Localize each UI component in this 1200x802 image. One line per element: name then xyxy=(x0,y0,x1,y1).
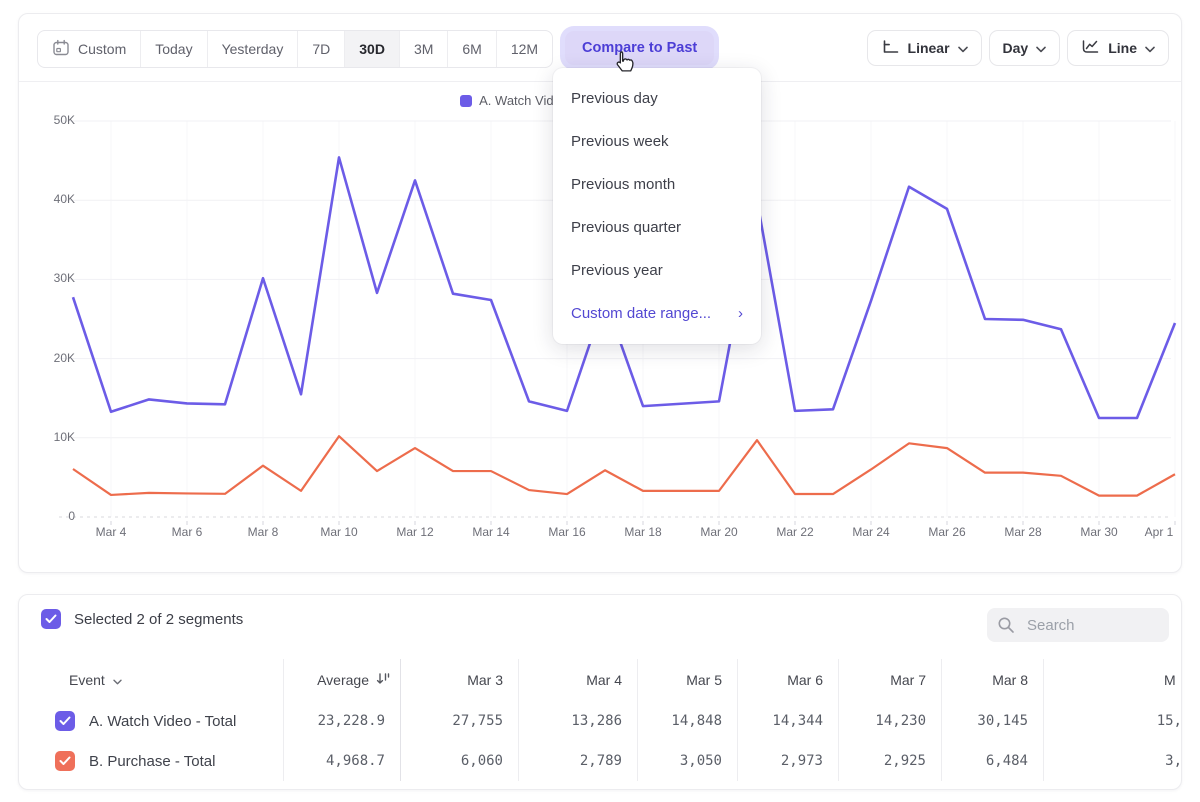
x-axis-label: Mar 22 xyxy=(776,525,813,539)
x-axis-label: Mar 14 xyxy=(472,525,509,539)
column-header-mar5[interactable]: Mar 5 xyxy=(638,659,738,701)
cell-value: 14,848 xyxy=(638,701,738,741)
row-checkbox-watch-video[interactable] xyxy=(55,711,75,731)
menu-item-previous-day[interactable]: Previous day xyxy=(553,77,761,120)
y-axis-label: 30K xyxy=(54,271,75,285)
table-row-purchase[interactable]: B. Purchase - Total 4,968.7 6,060 2,789 … xyxy=(19,741,1181,781)
row-label-cell: A. Watch Video - Total xyxy=(19,701,284,741)
legend-item-watch-video[interactable]: A. Watch Video xyxy=(460,93,568,108)
segments-selected-label: Selected 2 of 2 segments xyxy=(74,611,243,628)
column-header-mar4[interactable]: Mar 4 xyxy=(519,659,638,701)
x-axis-label: Mar 20 xyxy=(700,525,737,539)
range-6m[interactable]: 6M xyxy=(447,31,495,67)
range-custom[interactable]: Custom xyxy=(38,31,140,67)
column-header-mar8[interactable]: Mar 8 xyxy=(942,659,1044,701)
axis-scale-icon xyxy=(881,39,900,58)
range-12m[interactable]: 12M xyxy=(496,31,552,67)
cell-value: 30,145 xyxy=(942,701,1044,741)
search-box xyxy=(987,608,1169,642)
column-header-mar7[interactable]: Mar 7 xyxy=(839,659,942,701)
y-axis-label: 20K xyxy=(54,351,75,365)
cell-average: 23,228.9 xyxy=(284,701,401,741)
search-input[interactable] xyxy=(987,608,1169,642)
x-axis-label: Mar 26 xyxy=(928,525,965,539)
column-header-average[interactable]: Average xyxy=(284,659,401,701)
chevron-down-icon xyxy=(1145,40,1155,56)
cell-value: 2,925 xyxy=(839,741,942,781)
segments-selected-row: Selected 2 of 2 segments xyxy=(41,609,243,629)
select-all-checkbox[interactable] xyxy=(41,609,61,629)
row-label: B. Purchase - Total xyxy=(89,753,215,770)
cell-value: 14,230 xyxy=(839,701,942,741)
cell-value: 3,050 xyxy=(638,741,738,781)
legend-swatch-purple xyxy=(460,95,472,107)
chevron-down-icon xyxy=(113,672,122,688)
x-axis-label: Mar 30 xyxy=(1080,525,1117,539)
chevron-down-icon xyxy=(958,40,968,56)
row-checkbox-purchase[interactable] xyxy=(55,751,75,771)
cell-value: 2,973 xyxy=(738,741,839,781)
scale-linear-button[interactable]: Linear xyxy=(867,30,982,66)
range-30d-active[interactable]: 30D xyxy=(344,31,399,67)
cell-value: 27,755 xyxy=(401,701,519,741)
chart-type-line-button[interactable]: Line xyxy=(1067,30,1169,66)
segments-table: Event Average Mar 3 Mar 4 Mar 5 Mar 6 Ma… xyxy=(19,659,1181,781)
table-header-row: Event Average Mar 3 Mar 4 Mar 5 Mar 6 Ma… xyxy=(19,659,1181,701)
x-axis-label: Mar 24 xyxy=(852,525,889,539)
y-axis-label: 10K xyxy=(54,430,75,444)
compare-to-past-menu: Previous day Previous week Previous mont… xyxy=(553,68,761,344)
cell-value: 6,060 xyxy=(401,741,519,781)
sort-descending-icon xyxy=(376,672,392,689)
menu-item-previous-week[interactable]: Previous week xyxy=(553,120,761,163)
x-axis-label: Mar 18 xyxy=(624,525,661,539)
line-chart-icon xyxy=(1081,39,1100,58)
chevron-right-icon: › xyxy=(738,305,743,322)
y-axis-label: 0 xyxy=(68,509,75,523)
column-header-mar3[interactable]: Mar 3 xyxy=(401,659,519,701)
menu-item-previous-month[interactable]: Previous month xyxy=(553,163,761,206)
range-7d[interactable]: 7D xyxy=(297,31,344,67)
x-axis-label: Mar 28 xyxy=(1004,525,1041,539)
chevron-down-icon xyxy=(1036,40,1046,56)
cell-value: 6,484 xyxy=(942,741,1044,781)
x-axis-label: Mar 8 xyxy=(248,525,279,539)
y-axis-label: 40K xyxy=(54,192,75,206)
cell-value: 2,789 xyxy=(519,741,638,781)
column-header-mar6[interactable]: Mar 6 xyxy=(738,659,839,701)
x-axis-label: Mar 6 xyxy=(172,525,203,539)
x-axis-label: Mar 16 xyxy=(548,525,585,539)
menu-item-custom-date-range[interactable]: Custom date range... › xyxy=(553,292,761,335)
cell-value: 14,344 xyxy=(738,701,839,741)
series-line-b-purchase[interactable] xyxy=(73,436,1175,495)
y-axis-label: 50K xyxy=(54,113,75,127)
date-range-segmented-control: Custom Today Yesterday 7D 30D 3M 6M 12M xyxy=(37,30,553,68)
granularity-day-button[interactable]: Day xyxy=(989,30,1061,66)
x-axis-label: Mar 10 xyxy=(320,525,357,539)
menu-item-previous-quarter[interactable]: Previous quarter xyxy=(553,206,761,249)
column-header-truncated: M xyxy=(1044,659,1182,701)
range-custom-label: Custom xyxy=(78,41,126,57)
segments-table-card: Selected 2 of 2 segments Event Average M… xyxy=(18,594,1182,790)
x-axis-label: Mar 4 xyxy=(96,525,127,539)
range-3m[interactable]: 3M xyxy=(399,31,447,67)
table-row-watch-video[interactable]: A. Watch Video - Total 23,228.9 27,755 1… xyxy=(19,701,1181,741)
x-axis-label: Mar 12 xyxy=(396,525,433,539)
range-today[interactable]: Today xyxy=(140,31,206,67)
cell-value-truncated: 3, xyxy=(1044,741,1182,781)
row-label: A. Watch Video - Total xyxy=(89,713,236,730)
cell-value-truncated: 15, xyxy=(1044,701,1182,741)
view-controls: Linear Day Line xyxy=(867,30,1169,66)
cell-average: 4,968.7 xyxy=(284,741,401,781)
cell-value: 13,286 xyxy=(519,701,638,741)
x-axis-label: Apr 1 xyxy=(1145,525,1174,539)
calendar-icon xyxy=(52,39,70,60)
menu-item-previous-year[interactable]: Previous year xyxy=(553,249,761,292)
row-label-cell: B. Purchase - Total xyxy=(19,741,284,781)
column-header-event[interactable]: Event xyxy=(19,659,284,701)
range-yesterday[interactable]: Yesterday xyxy=(207,31,298,67)
compare-to-past-button[interactable]: Compare to Past xyxy=(565,31,714,65)
